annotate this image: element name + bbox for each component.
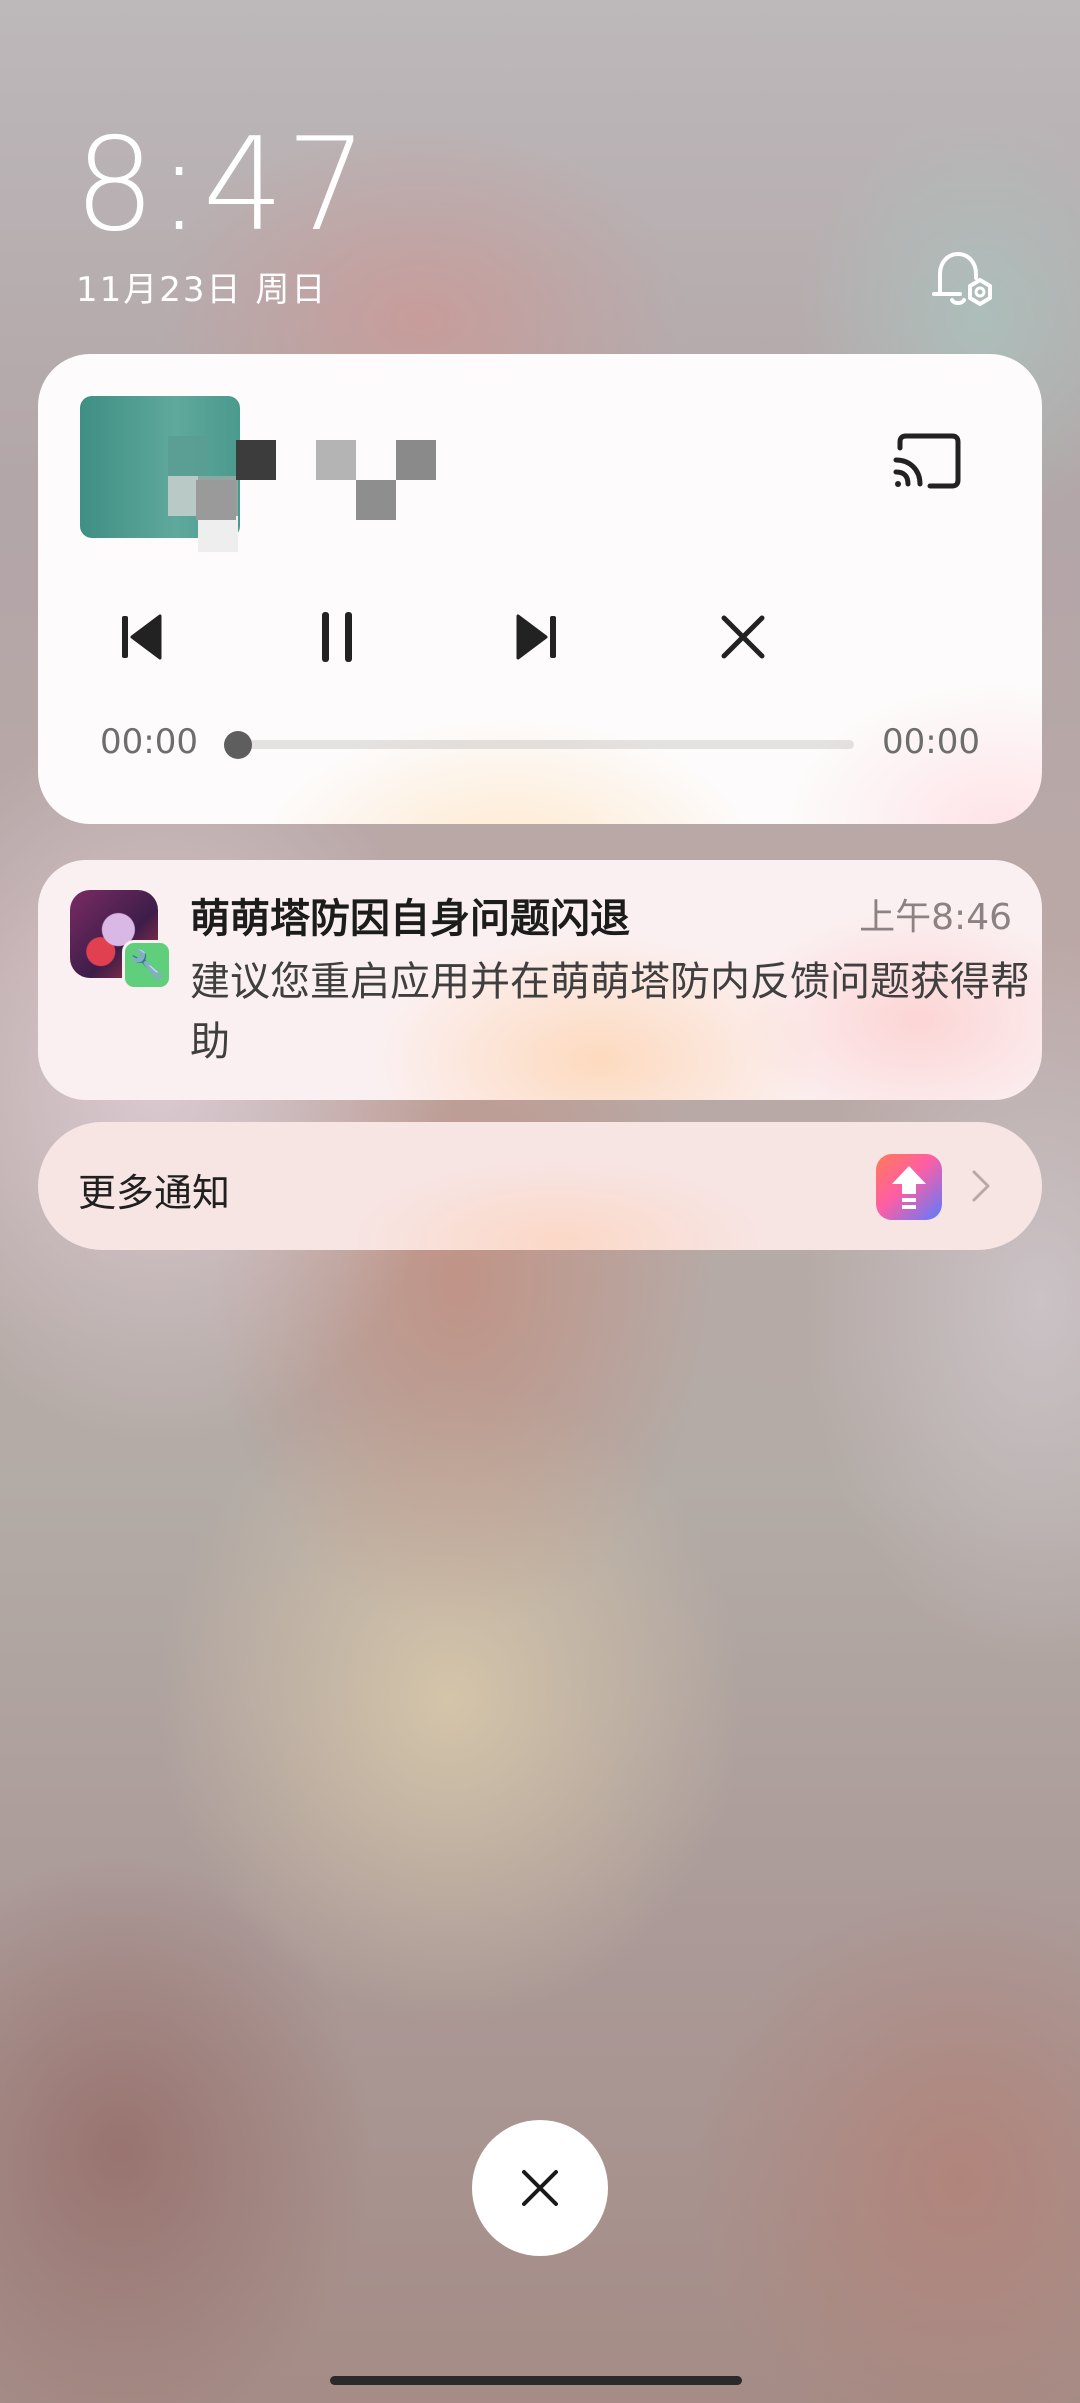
- close-icon: [522, 2170, 558, 2206]
- home-indicator[interactable]: [330, 2376, 742, 2385]
- close-icon[interactable]: [708, 602, 778, 672]
- notification-card[interactable]: 🔧 萌萌塔防因自身问题闪退 上午8:46 建议您重启应用并在萌萌塔防内反馈问题获…: [38, 860, 1042, 1100]
- elapsed-time: 00:00: [100, 722, 198, 762]
- wrench-icon: 🔧: [122, 940, 172, 990]
- more-notifications-label: 更多通知: [78, 1171, 231, 1215]
- cast-icon[interactable]: [890, 430, 964, 494]
- notification-title: 萌萌塔防因自身问题闪退: [190, 896, 630, 942]
- media-title-pixelated: [196, 440, 476, 526]
- pause-icon[interactable]: [302, 602, 372, 672]
- seek-thumb[interactable]: [224, 731, 252, 759]
- media-player-card[interactable]: 00:00 00:00: [38, 354, 1042, 824]
- lockscreen-clock: 8:47: [74, 111, 370, 260]
- app-icon: [876, 1154, 942, 1220]
- dismiss-all-button[interactable]: [472, 2120, 608, 2256]
- notification-settings-icon[interactable]: [930, 248, 998, 310]
- more-notifications-button[interactable]: 更多通知: [38, 1122, 1042, 1250]
- seek-bar[interactable]: [234, 740, 854, 749]
- notification-time: 上午8:46: [859, 897, 1012, 938]
- chevron-right-icon: [968, 1164, 994, 1208]
- notification-body: 建议您重启应用并在萌萌塔防内反馈问题获得帮助: [190, 959, 1030, 1065]
- skip-next-icon[interactable]: [502, 602, 572, 672]
- duration-time: 00:00: [882, 722, 980, 762]
- lockscreen-date: 11月23日 周日: [76, 270, 328, 310]
- skip-previous-icon[interactable]: [106, 602, 176, 672]
